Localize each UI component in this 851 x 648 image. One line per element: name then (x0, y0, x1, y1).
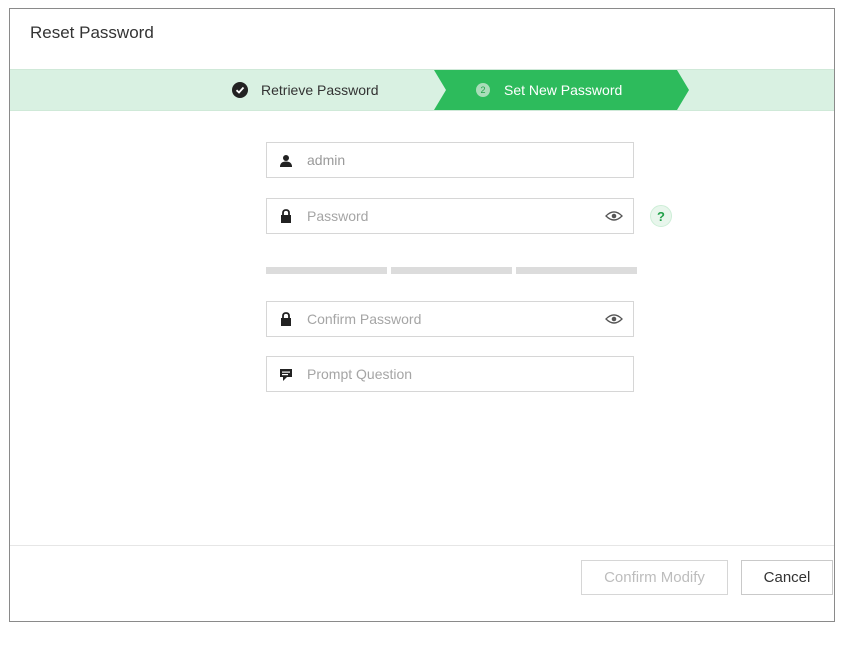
username-input[interactable] (307, 152, 633, 168)
password-help-icon[interactable]: ? (650, 205, 672, 227)
footer-divider (10, 545, 834, 546)
step-set-new-password: 2 Set New Password (434, 70, 689, 110)
check-circle-icon (232, 82, 248, 98)
confirm-password-field (266, 301, 634, 337)
eye-icon[interactable] (604, 312, 624, 326)
strength-bar-strong (516, 267, 637, 274)
step-progress-bar: Retrieve Password 2 Set New Password (10, 69, 834, 111)
strength-bar-weak (266, 267, 387, 274)
eye-icon[interactable] (604, 209, 624, 223)
step2-label: Set New Password (504, 82, 623, 98)
step-retrieve-password: Retrieve Password (232, 70, 379, 110)
strength-bar-medium (391, 267, 512, 274)
cancel-button[interactable]: Cancel (741, 560, 833, 595)
prompt-question-input[interactable] (307, 366, 633, 382)
lock-icon (279, 209, 293, 223)
step1-label: Retrieve Password (261, 82, 379, 98)
prompt-question-field (266, 356, 634, 392)
dialog-title: Reset Password (30, 23, 154, 42)
step-number-icon: 2 (476, 83, 490, 97)
dialog-header: Reset Password (10, 9, 834, 65)
lock-icon (279, 312, 293, 326)
confirm-password-input[interactable] (307, 311, 604, 327)
reset-password-dialog: Reset Password Retrieve Password 2 Set N… (9, 8, 835, 622)
confirm-modify-button[interactable]: Confirm Modify (581, 560, 728, 595)
speech-bubble-icon (279, 367, 293, 381)
username-field (266, 142, 634, 178)
user-icon (279, 153, 293, 167)
password-input[interactable] (307, 208, 604, 224)
password-field (266, 198, 634, 234)
